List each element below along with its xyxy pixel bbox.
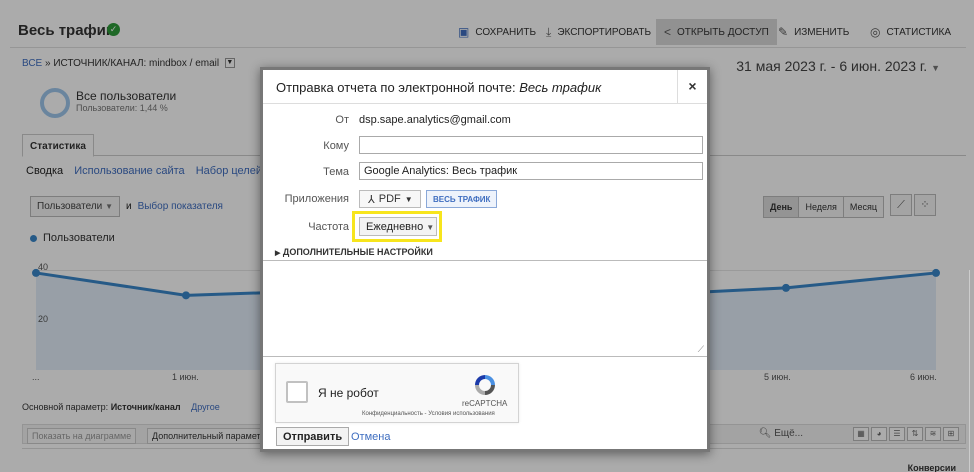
dialog-title-report: Весь трафик <box>519 80 602 95</box>
chevron-down-icon: ▼ <box>404 194 413 204</box>
page-edge-line <box>969 270 970 472</box>
from-value: dsp.sape.analytics@gmail.com <box>359 114 511 126</box>
triangle-right-icon: ▶ <box>275 250 281 257</box>
message-textarea[interactable]: ⟋ <box>263 260 707 357</box>
cancel-link[interactable]: Отмена <box>351 431 390 443</box>
attachment-format-dropdown[interactable]: ⅄ PDF ▼ <box>359 190 421 208</box>
recaptcha-checkbox[interactable] <box>286 381 308 403</box>
chevron-down-icon: ▼ <box>426 223 435 232</box>
attachment-report-badge: ВЕСЬ ТРАФИК <box>426 190 498 208</box>
dialog-titlebar: Отправка отчета по электронной почте: Ве… <box>263 70 707 104</box>
to-field[interactable] <box>359 136 703 154</box>
subject-field[interactable]: Google Analytics: Весь трафик <box>359 162 703 180</box>
dialog-title: Отправка отчета по электронной почте: Ве… <box>276 80 601 95</box>
email-report-dialog: Отправка отчета по электронной почте: Ве… <box>260 67 710 452</box>
attachment-format-label: PDF <box>378 193 401 205</box>
send-button[interactable]: Отправить <box>276 427 350 446</box>
to-label: Кому <box>323 140 349 152</box>
advanced-settings-toggle[interactable]: ▶ ДОПОЛНИТЕЛЬНЫЕ НАСТРОЙКИ <box>275 247 433 257</box>
subject-label: Тема <box>323 166 349 178</box>
frequency-dropdown[interactable]: Ежедневно ▼ <box>359 217 437 236</box>
close-button[interactable]: × <box>677 70 707 103</box>
recaptcha-widget: Я не робот reCAPTCHA Конфиденциальность … <box>275 363 519 423</box>
recaptcha-label: Я не робот <box>318 386 379 400</box>
from-label: От <box>335 114 349 126</box>
attachments-label: Приложения <box>284 193 349 205</box>
close-icon: × <box>688 78 697 94</box>
resize-handle-icon[interactable]: ⟋ <box>698 344 704 355</box>
advanced-settings-label: ДОПОЛНИТЕЛЬНЫЕ НАСТРОЙКИ <box>282 247 433 257</box>
recaptcha-brand: reCAPTCHA <box>462 399 508 408</box>
recaptcha-links[interactable]: Конфиденциальность - Условия использован… <box>362 411 495 417</box>
dialog-title-text: Отправка отчета по электронной почте: <box>276 80 516 95</box>
app-root: Весь трафик ✓ ▣ СОХРАНИТЬ ⤓ ЭКСПОРТИРОВА… <box>0 0 974 472</box>
frequency-value: Ежедневно <box>366 221 424 233</box>
recaptcha-logo-icon <box>475 375 495 395</box>
pdf-icon: ⅄ <box>368 193 375 206</box>
frequency-label: Частота <box>308 221 349 233</box>
